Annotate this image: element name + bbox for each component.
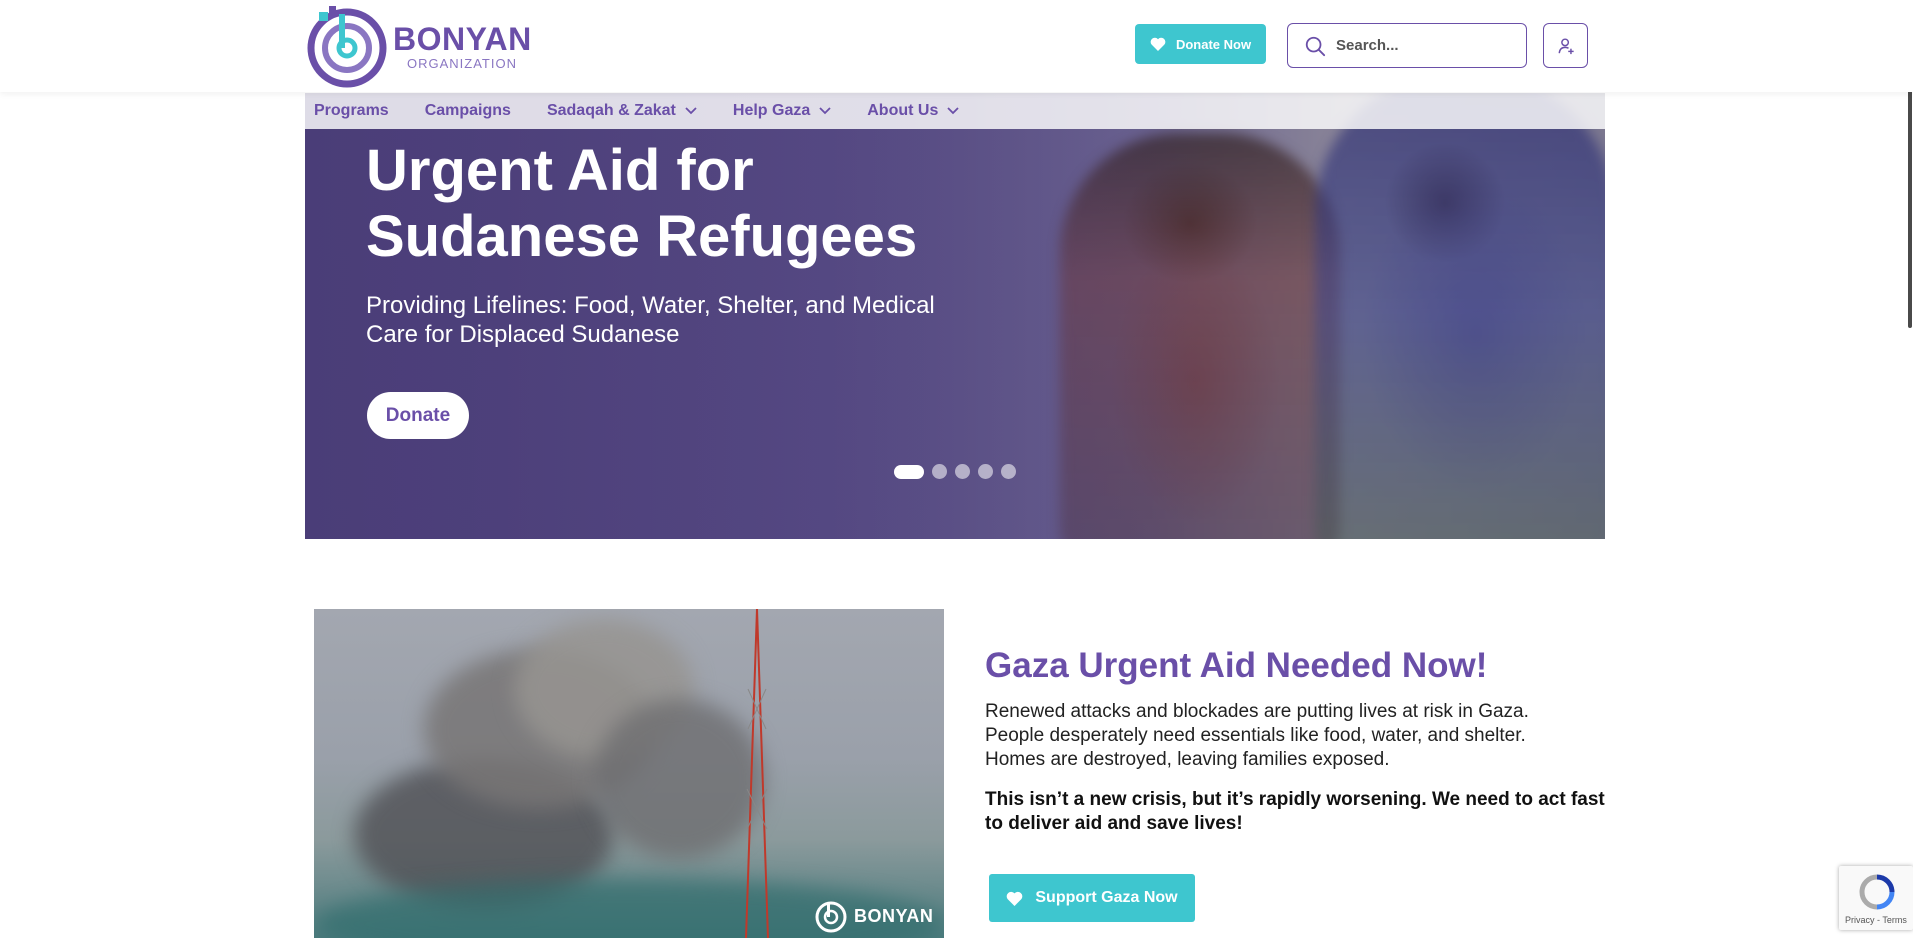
main-navigation: Programs Campaigns Sadaqah & Zakat Help …: [305, 93, 1605, 129]
heart-icon: [1007, 891, 1023, 906]
recaptcha-badge[interactable]: Privacy - Terms: [1839, 866, 1913, 930]
slider-dot-3[interactable]: [955, 464, 970, 479]
nav-item-label: About Us: [867, 102, 939, 119]
search-box[interactable]: [1287, 23, 1527, 68]
user-account-button[interactable]: [1543, 23, 1588, 68]
gaza-section-title: Gaza Urgent Aid Needed Now!: [985, 646, 1488, 685]
search-icon: [1305, 36, 1326, 56]
gaza-image: BONYAN: [314, 609, 944, 938]
hero-donate-button[interactable]: Donate: [367, 392, 469, 439]
hero-photo-child-right: [1315, 93, 1605, 539]
slider-dot-4[interactable]: [978, 464, 993, 479]
support-gaza-button[interactable]: Support Gaza Now: [989, 874, 1195, 922]
heart-icon: [1150, 37, 1166, 51]
bonyan-watermark: BONYAN: [814, 899, 933, 933]
smoke-plume: [594, 699, 764, 859]
nav-item-label: Sadaqah & Zakat: [546, 102, 676, 119]
donate-now-label: Donate Now: [1175, 36, 1252, 52]
support-gaza-label: Support Gaza Now: [1035, 889, 1178, 906]
gaza-section-body: Renewed attacks and blockades are puttin…: [985, 701, 1529, 770]
slider-dot-1[interactable]: [894, 464, 924, 479]
radio-tower-icon: [745, 609, 769, 938]
recaptcha-icon: [1859, 874, 1895, 910]
nav-item-about-us[interactable]: About Us: [867, 102, 959, 120]
nav-item-sadaqah-zakat[interactable]: Sadaqah & Zakat: [547, 102, 697, 120]
nav-item-programs[interactable]: Programs: [314, 102, 389, 120]
donate-now-button[interactable]: Donate Now: [1135, 24, 1266, 64]
site-header: BONYAN ORGANIZATION Donate Now: [0, 0, 1913, 92]
bonyan-watermark-icon: [815, 901, 847, 933]
slider-pagination: [894, 464, 1016, 479]
nav-item-label: Help Gaza: [732, 102, 811, 119]
bonyan-logo[interactable]: BONYAN ORGANIZATION: [305, 4, 545, 88]
watermark-text: BONYAN: [854, 905, 934, 926]
chevron-down-icon: [685, 107, 697, 115]
gaza-section-emphasis: This isn’t a new crisis, but it’s rapidl…: [985, 789, 1605, 834]
nav-item-label: Campaigns: [424, 102, 511, 119]
chevron-down-icon: [819, 107, 831, 115]
chevron-down-icon: [947, 107, 959, 115]
slider-dot-5[interactable]: [1001, 464, 1016, 479]
bonyan-logo-mark-icon: [307, 6, 387, 88]
logo-subtitle: ORGANIZATION: [407, 55, 517, 71]
nav-item-help-gaza[interactable]: Help Gaza: [733, 102, 831, 120]
nav-item-campaigns[interactable]: Campaigns: [425, 102, 511, 120]
search-input[interactable]: [1336, 37, 1516, 54]
slider-dot-2[interactable]: [932, 464, 947, 479]
logo-name: BONYAN: [393, 20, 532, 57]
hero-subtitle: Providing Lifelines: Food, Water, Shelte…: [366, 292, 935, 348]
hero-slider: Urgent Aid for Sudanese Refugees Providi…: [305, 93, 1605, 539]
user-add-icon: [1558, 37, 1574, 54]
hero-title: Urgent Aid for Sudanese Refugees: [366, 138, 918, 269]
recaptcha-links[interactable]: Privacy - Terms: [1845, 915, 1907, 925]
nav-item-label: Programs: [314, 102, 389, 119]
